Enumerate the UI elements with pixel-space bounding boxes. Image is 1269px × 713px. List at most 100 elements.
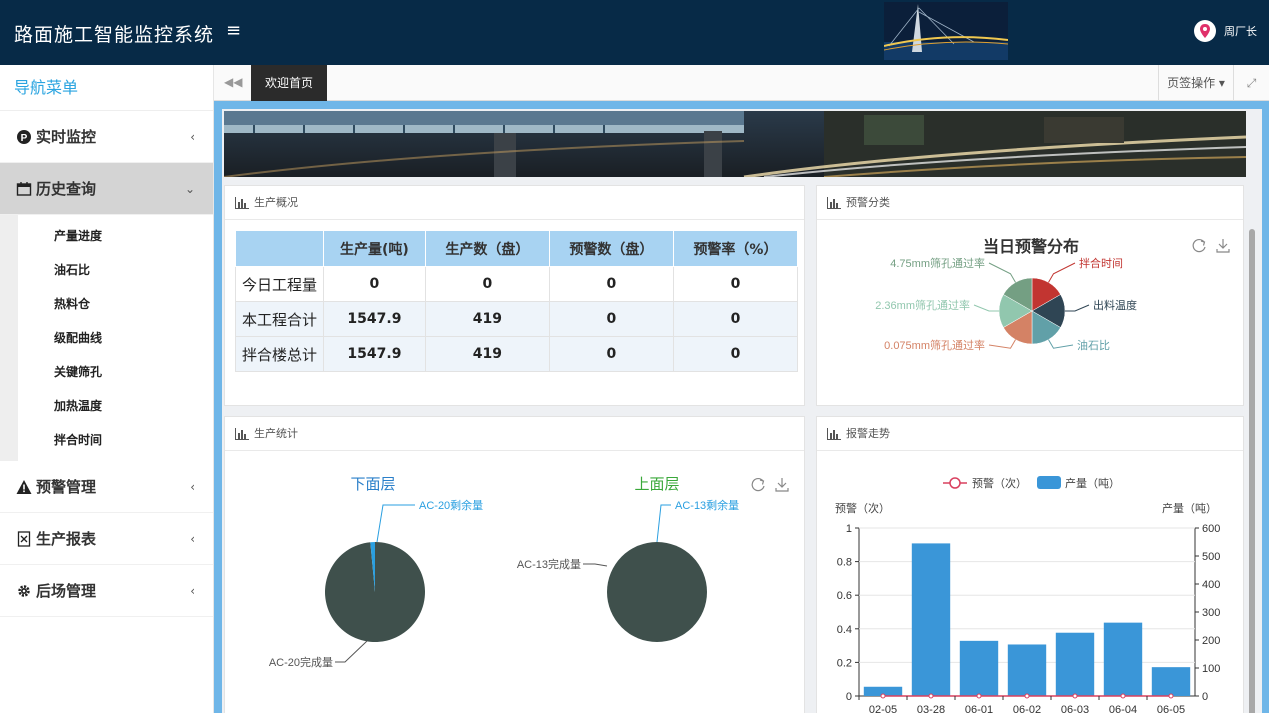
chevron-left-icon: ‹ xyxy=(190,584,195,598)
sidebar-item-history-query[interactable]: 历史查询 ⌄ xyxy=(0,163,213,215)
sidebar-item-warning-manage[interactable]: 预警管理 ‹ xyxy=(0,461,213,513)
pie-label: 2.36mm筛孔通过率 xyxy=(875,298,970,312)
alarm-trend-chart: 预警（次） 产量（吨） 预警（次） 产量（吨） 0 0.2 0.4 0.6 0.8 1 0 100 20… xyxy=(835,476,1220,713)
production-overview-panel: 生产概况 生产量(吨) 生产数（盘） 预警数（盘） 预警率（%） 今日工程量 0 xyxy=(224,185,805,406)
table-cell: 419 xyxy=(424,301,550,337)
table-row: 拌合楼总计 1547.9 419 0 0 xyxy=(235,336,799,372)
line-point xyxy=(976,693,982,699)
download-icon[interactable] xyxy=(775,478,789,492)
submenu-item-heating-temp[interactable]: 加热温度 xyxy=(18,389,213,423)
pie-label: 4.75mm筛孔通过率 xyxy=(890,256,985,270)
table-cell: 0 xyxy=(323,266,426,302)
sidebar-item-label: 生产报表 xyxy=(36,529,97,548)
pie-label-line xyxy=(1065,304,1090,312)
panel-title: 生产概况 xyxy=(254,195,298,209)
table-cell: 1547.9 xyxy=(323,336,426,372)
pie-label-line xyxy=(376,504,415,543)
download-shape xyxy=(775,478,789,492)
sidebar-item-production-report[interactable]: 生产报表 ‹ xyxy=(0,513,213,565)
pie-label-line xyxy=(1048,339,1074,349)
download-icon[interactable] xyxy=(1216,239,1230,253)
warning-category-panel: 预警分类 当日预警分布 拌合时间 出料温度 油石比 0.075mm筛孔通过率 2.36mm… xyxy=(816,185,1244,406)
submenu-item-key-sieve[interactable]: 关键筛孔 xyxy=(18,355,213,389)
line-point xyxy=(1120,693,1126,699)
table-cell: 今日工程量 xyxy=(235,266,324,302)
pie-label: 出料温度 xyxy=(1093,298,1137,312)
pie-label: 0.075mm筛孔通过率 xyxy=(884,338,985,352)
table-cell: 0 xyxy=(548,266,674,302)
download-shape xyxy=(1216,239,1230,253)
pie-label: 拌合时间 xyxy=(1079,256,1123,270)
bar xyxy=(911,543,951,696)
fullscreen-icon[interactable]: ⤢ xyxy=(1233,65,1269,101)
bar xyxy=(959,640,999,696)
y-tick-label: 0.2 xyxy=(837,657,852,669)
x-tick-label: 06-05 xyxy=(1157,704,1185,713)
production-stats-panel: 生产统计 下面层 AC-20剩余量 AC-20完成量 上面层 AC-13剩余量 AC-13… xyxy=(224,416,805,713)
table-cell: 0 xyxy=(548,336,674,372)
submenu-item-asphalt-ratio[interactable]: 油石比 xyxy=(18,253,213,287)
x-tick-label: 06-03 xyxy=(1061,704,1089,713)
line-point xyxy=(1024,693,1030,699)
chevron-left-icon: ‹ xyxy=(190,130,195,144)
warning-distribution-chart: 当日预警分布拌合时间出料温度油石比 0.075mm筛孔通过率 2.36mm筛孔通过率… xyxy=(875,237,1230,352)
y-tick-label-right: 600 xyxy=(1202,523,1220,535)
refresh-icon[interactable] xyxy=(751,477,765,492)
table-cell: 0 xyxy=(672,266,799,302)
sidebar-item-realtime-monitor[interactable]: P 实时监控 ‹ xyxy=(0,111,213,163)
table-cell: 0 xyxy=(424,266,550,302)
tab-scroll-left-icon[interactable]: ◀◀ xyxy=(224,75,242,89)
y-tick-label: 0.8 xyxy=(837,557,852,569)
warning-icon xyxy=(16,479,32,494)
chart-toolbox xyxy=(751,477,789,492)
hero-banner-image xyxy=(224,111,1246,177)
y-tick-label: 0.6 xyxy=(837,590,852,602)
sidebar-item-backyard-manage[interactable]: 后场管理 ‹ xyxy=(0,565,213,617)
refresh-icon[interactable] xyxy=(1192,238,1206,253)
pie-label-line xyxy=(988,262,1016,283)
submenu-item-hot-bin[interactable]: 热料仓 xyxy=(18,287,213,321)
production-stats-chart: 下面层 AC-20剩余量 AC-20完成量 上面层 AC-13剩余量 AC-13完成量 xyxy=(269,476,789,669)
submenu-item-mixing-time[interactable]: 拌合时间 xyxy=(18,423,213,457)
pie-label-line xyxy=(656,504,671,543)
y-axis-title-right: 产量（吨） xyxy=(1162,501,1217,515)
sidebar-item-label: 后场管理 xyxy=(36,581,97,600)
calendar-icon xyxy=(16,181,32,196)
pie-label-line xyxy=(988,339,1016,349)
table-row: 本工程合计 1547.9 419 0 0 xyxy=(235,301,799,337)
pie-label: 油石比 xyxy=(1077,338,1110,352)
dashboard: 生产概况 生产量(吨) 生产数（盘） 预警数（盘） 预警率（%） 今日工程量 0 xyxy=(222,109,1262,713)
menu-toggle-icon[interactable]: ≡ xyxy=(226,20,241,41)
tab-welcome[interactable]: 欢迎首页 xyxy=(251,65,328,101)
line-point xyxy=(1072,693,1078,699)
y-axis-title-left: 预警（次） xyxy=(835,501,890,515)
pie-title: 下面层 xyxy=(350,476,395,493)
user-menu[interactable]: 周厂长 xyxy=(1194,20,1257,42)
table-header xyxy=(235,230,324,267)
refresh-arrow xyxy=(1200,240,1206,246)
x-tick-label: 02-05 xyxy=(869,704,897,713)
history-submenu: 产量进度 油石比 热料仓 级配曲线 关键筛孔 加热温度 拌合时间 xyxy=(0,215,213,461)
app-title: 路面施工智能监控系统 xyxy=(14,24,215,46)
table-header: 生产数（盘） xyxy=(424,230,550,267)
table-header: 预警数（盘） xyxy=(548,230,674,267)
sidebar-item-label: 实时监控 xyxy=(36,127,97,146)
bar-chart-icon xyxy=(235,196,249,209)
submenu-item-production-progress[interactable]: 产量进度 xyxy=(18,219,213,253)
pie-label-line xyxy=(1048,262,1076,283)
y-tick-label-right: 300 xyxy=(1202,607,1220,619)
user-name: 周厂长 xyxy=(1224,25,1257,38)
pie-label-line xyxy=(335,640,368,663)
bar xyxy=(1151,667,1191,696)
y-tick-label-right: 100 xyxy=(1202,663,1220,675)
sidebar-item-label: 历史查询 xyxy=(36,179,97,198)
bridge-logo xyxy=(884,2,1008,60)
pie-label: AC-20完成量 xyxy=(269,655,333,669)
chevron-left-icon: ‹ xyxy=(190,532,195,546)
table-cell: 0 xyxy=(672,301,799,337)
legend-label: 产量（吨） xyxy=(1065,476,1120,490)
submenu-item-gradation-curve[interactable]: 级配曲线 xyxy=(18,321,213,355)
scrollbar[interactable] xyxy=(1249,229,1255,713)
tab-operations-dropdown[interactable]: 页签操作 ▾ xyxy=(1158,65,1233,101)
line-point xyxy=(928,693,934,699)
